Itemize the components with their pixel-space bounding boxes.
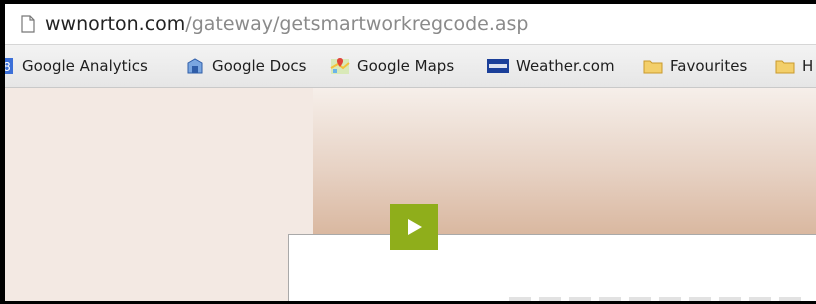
folder-icon [775,60,795,74]
bookmark-label: Google Analytics [22,57,148,75]
play-button[interactable] [390,204,438,250]
bookmark-weather-com[interactable]: Weather.com [487,55,615,77]
play-icon [408,219,422,235]
svg-text:8: 8 [5,60,11,74]
content-panel [288,234,816,301]
page-icon [21,15,35,33]
bookmark-google-maps[interactable]: Google Maps [330,55,454,77]
page-header-banner [313,88,816,236]
folder-icon [643,60,663,74]
address-bar[interactable]: wwnorton.com/gateway/getsmartworkregcode… [5,4,816,45]
browser-window: wwnorton.com/gateway/getsmartworkregcode… [5,4,816,301]
url-path: /gateway/getsmartworkregcode.asp [185,13,529,35]
google-docs-icon [187,58,203,74]
bookmarks-bar: 8 Google Analytics Google Docs Google Ma… [5,45,816,88]
bookmark-favourites-folder[interactable]: Favourites [643,55,747,77]
blurred-text [509,297,809,301]
google-analytics-icon: 8 [5,58,13,74]
bookmark-label: Google Docs [212,57,307,75]
bookmark-label: Favourites [670,57,748,75]
bookmark-google-docs[interactable]: Google Docs [185,55,306,77]
weather-com-icon [487,59,509,73]
bookmark-label: H [802,57,814,75]
page-left-panel [5,88,313,301]
bookmark-label: Weather.com [516,57,615,75]
url-domain: wwnorton.com [45,13,186,35]
bookmark-label: Google Maps [357,57,455,75]
bookmark-google-analytics[interactable]: 8 Google Analytics [5,55,148,77]
bookmark-h-folder[interactable]: H [775,55,813,77]
url-text[interactable]: wwnorton.com/gateway/getsmartworkregcode… [45,13,528,35]
google-maps-icon [330,58,350,74]
